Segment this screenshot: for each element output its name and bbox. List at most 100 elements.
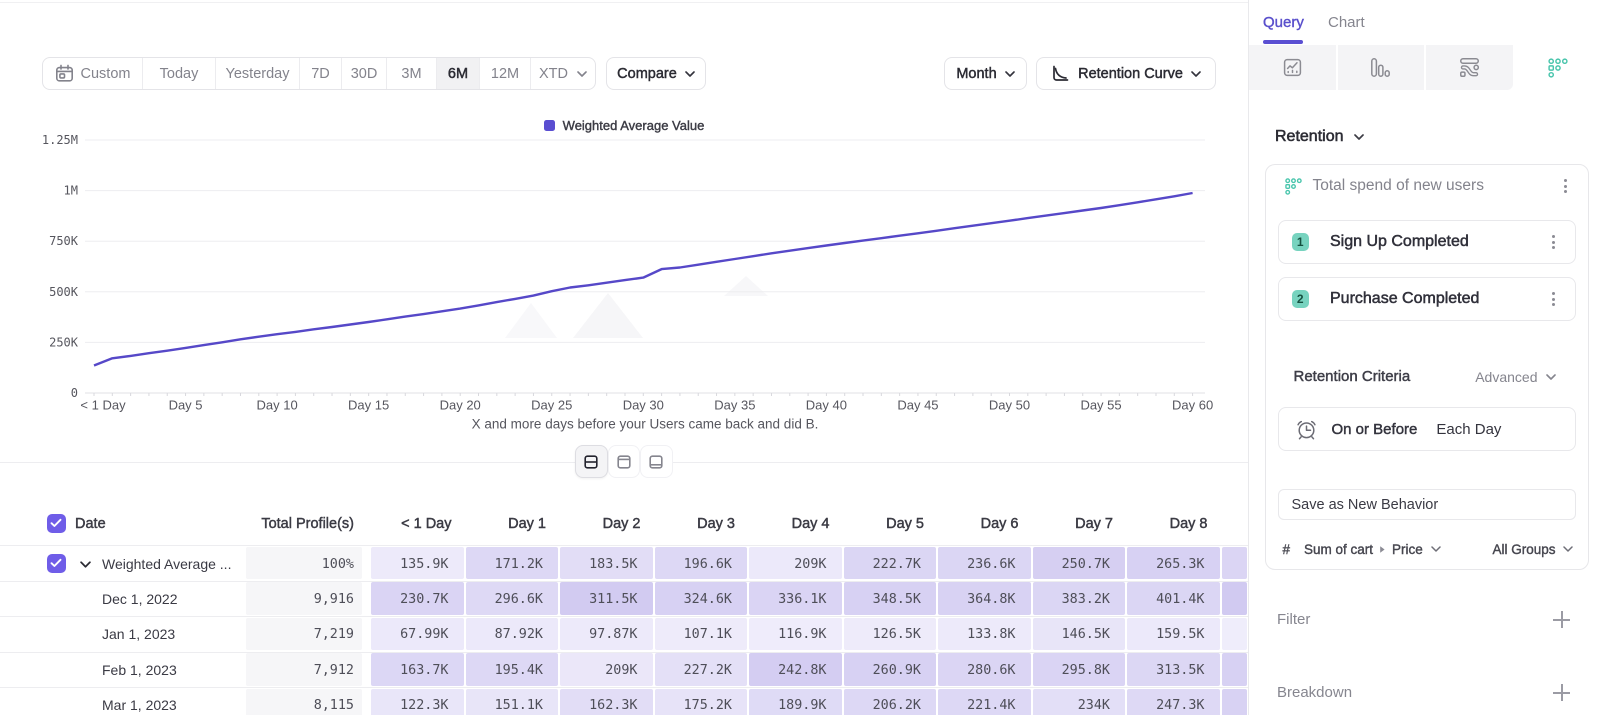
chart-type-tile-funnels[interactable] [1338, 45, 1425, 90]
step-kebab-menu[interactable] [1546, 234, 1562, 250]
behavior-step-1[interactable]: 1Sign Up Completed [1278, 220, 1576, 264]
step-number-badge: 2 [1292, 290, 1310, 308]
tab-query[interactable]: Query [1263, 14, 1304, 31]
row-checkbox[interactable] [47, 554, 66, 573]
retention-cell-value: 126.5K [843, 627, 922, 642]
col-header-day[interactable]: Day 1 [465, 516, 547, 532]
row-label[interactable]: Mar 1, 2023 [102, 697, 177, 713]
chart-only-icon [616, 454, 632, 470]
col-header-day[interactable]: Day 2 [559, 516, 641, 532]
query-sidebar: Query Chart Retention Total spend of new… [1248, 0, 1600, 715]
filter-label: Filter [1277, 611, 1310, 628]
add-breakdown-button[interactable] [1553, 684, 1570, 701]
retention-criteria-label: Retention Criteria [1294, 368, 1411, 385]
retention-cell-value: 183.5K [559, 557, 638, 572]
x-tick-label: < 1 Day [80, 398, 126, 413]
layout-toggle-chart-only[interactable] [608, 445, 641, 478]
retention-cell-value: 135.9K [370, 557, 449, 572]
x-tick-label: Day 20 [440, 398, 481, 413]
criteria-advanced-dropdown[interactable]: Advanced [1475, 369, 1555, 385]
retention-cell-value: 206.2K [843, 698, 922, 713]
row-divider [0, 616, 1248, 617]
col-header-day[interactable]: Day 9 [1221, 516, 1249, 532]
chart-type-tile-flows[interactable] [1426, 45, 1513, 90]
layout-toggle-split-view[interactable] [575, 445, 608, 478]
caret-right-icon [1379, 545, 1386, 554]
row-divider [0, 652, 1248, 653]
retention-cell-value: 260.9K [843, 663, 922, 678]
active-tab-underline [1263, 40, 1303, 44]
col-header-day[interactable]: < 1 Day [370, 516, 452, 532]
col-header-day[interactable]: Day 8 [1126, 516, 1208, 532]
chevron-down-icon [1563, 546, 1573, 552]
layout-toggle-table-only[interactable] [640, 445, 673, 478]
retention-cell-value: 383.2K [1032, 592, 1111, 607]
col-header-day[interactable]: Day 6 [937, 516, 1019, 532]
retention-cell-value: 87.92K [465, 627, 544, 642]
select-all-checkbox[interactable] [47, 514, 66, 533]
col-header-day[interactable]: Day 3 [654, 516, 736, 532]
split-view-icon [583, 454, 599, 470]
retention-section-title: Retention [1275, 128, 1344, 146]
x-tick-label: Day 30 [623, 398, 664, 413]
chart-type-tile-insights[interactable] [1249, 45, 1336, 90]
row-label[interactable]: Feb 1, 2023 [102, 662, 177, 678]
retention-cell[interactable] [1222, 582, 1248, 614]
kebab-dot [1564, 185, 1567, 188]
x-tick-label: Day 60 [1172, 398, 1213, 413]
retention-cell-value: 133.8K [937, 627, 1016, 642]
retention-cell-value: 227.2K [654, 663, 733, 678]
chevron-down-icon [1431, 546, 1441, 552]
retention-cell[interactable] [1222, 653, 1248, 685]
row-label[interactable]: Dec 1, 2022 [102, 591, 178, 607]
behavior-card: Total spend of new users 1Sign Up Comple… [1265, 164, 1589, 570]
retention-cell-value: 222.7K [843, 557, 922, 572]
retention-when-row[interactable]: On or Before Each Day [1278, 407, 1576, 451]
row-divider [0, 687, 1248, 688]
funnels-icon [1371, 58, 1390, 77]
col-header-day[interactable]: Day 7 [1032, 516, 1114, 532]
x-tick-label: Day 50 [989, 398, 1030, 413]
behavior-title: Total spend of new users [1313, 177, 1558, 195]
chart-type-tiles [1249, 45, 1600, 90]
measure-property-b[interactable]: Price [1392, 542, 1423, 557]
kebab-dot [1552, 292, 1555, 295]
save-as-new-behavior-button[interactable]: Save as New Behavior [1278, 489, 1576, 520]
col-header-day[interactable]: Day 5 [843, 516, 925, 532]
retention-line-chart: 0250K500K750K1M1.25M< 1 DayDay 5Day 10Da… [0, 0, 1248, 462]
y-tick-label: 1M [64, 184, 78, 198]
tab-chart[interactable]: Chart [1328, 14, 1365, 31]
behavior-step-2[interactable]: 2Purchase Completed [1278, 277, 1576, 321]
chart-type-tile-retention[interactable] [1515, 45, 1600, 90]
retention-cell-value: 151.1K [465, 698, 544, 713]
retention-section-header[interactable]: Retention [1275, 128, 1364, 146]
expand-chevron-icon[interactable] [80, 561, 91, 568]
retention-cell[interactable] [1222, 618, 1248, 650]
col-header-day[interactable]: Day 4 [748, 516, 830, 532]
behavior-card-header: Total spend of new users [1285, 176, 1574, 196]
step-kebab-menu[interactable] [1546, 291, 1562, 307]
retention-cell-value: 195.4K [465, 663, 544, 678]
retention-cell-value: 146.5K [1032, 627, 1111, 642]
retention-cell-value: 230.7K [370, 592, 449, 607]
step-number-badge: 1 [1292, 233, 1310, 251]
retention-cell[interactable] [1222, 689, 1248, 715]
kebab-dot [1552, 298, 1555, 301]
retention-cell[interactable] [1222, 547, 1248, 579]
group-by-dropdown[interactable]: All Groups [1492, 542, 1555, 557]
layout-toggle-group [575, 445, 673, 478]
x-tick-label: Day 45 [897, 398, 938, 413]
col-header-profiles[interactable]: Total Profile(s) [246, 516, 354, 532]
add-filter-button[interactable] [1553, 611, 1570, 628]
measure-property-a[interactable]: Sum of cart [1304, 542, 1373, 557]
behavior-kebab-menu[interactable] [1558, 178, 1574, 194]
kebab-dot [1564, 179, 1567, 182]
row-divider [0, 581, 1248, 582]
row-label[interactable]: Jan 1, 2023 [102, 626, 175, 642]
retention-cell-value: 265.3K [1126, 557, 1205, 572]
x-tick-label: Day 5 [169, 398, 203, 413]
retention-line-series[interactable] [94, 193, 1193, 366]
row-label[interactable]: Weighted Average ... [102, 556, 231, 572]
retention-cell-value: 313.5K [1126, 663, 1205, 678]
col-header-date[interactable]: Date [75, 516, 106, 532]
